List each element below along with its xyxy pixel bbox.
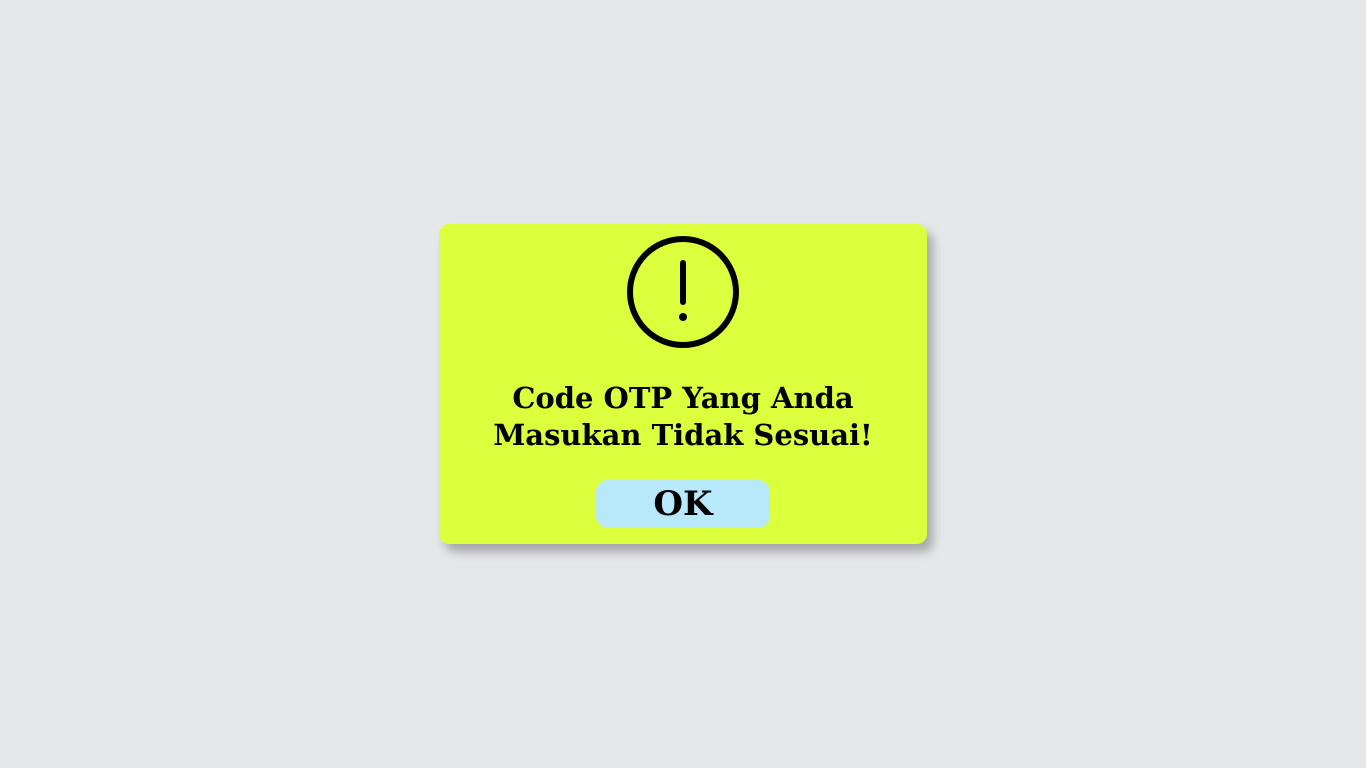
dialog-message-line-1: Code OTP Yang Anda [512,381,854,415]
ok-button[interactable]: OK [596,480,770,528]
screen-background: Code OTP Yang Anda Masukan Tidak Sesuai!… [0,0,1366,768]
dialog-message: Code OTP Yang Anda Masukan Tidak Sesuai! [439,380,927,454]
alert-circle-icon [626,235,740,349]
otp-error-dialog: Code OTP Yang Anda Masukan Tidak Sesuai!… [439,224,927,544]
dialog-message-line-2: Masukan Tidak Sesuai! [493,418,873,452]
